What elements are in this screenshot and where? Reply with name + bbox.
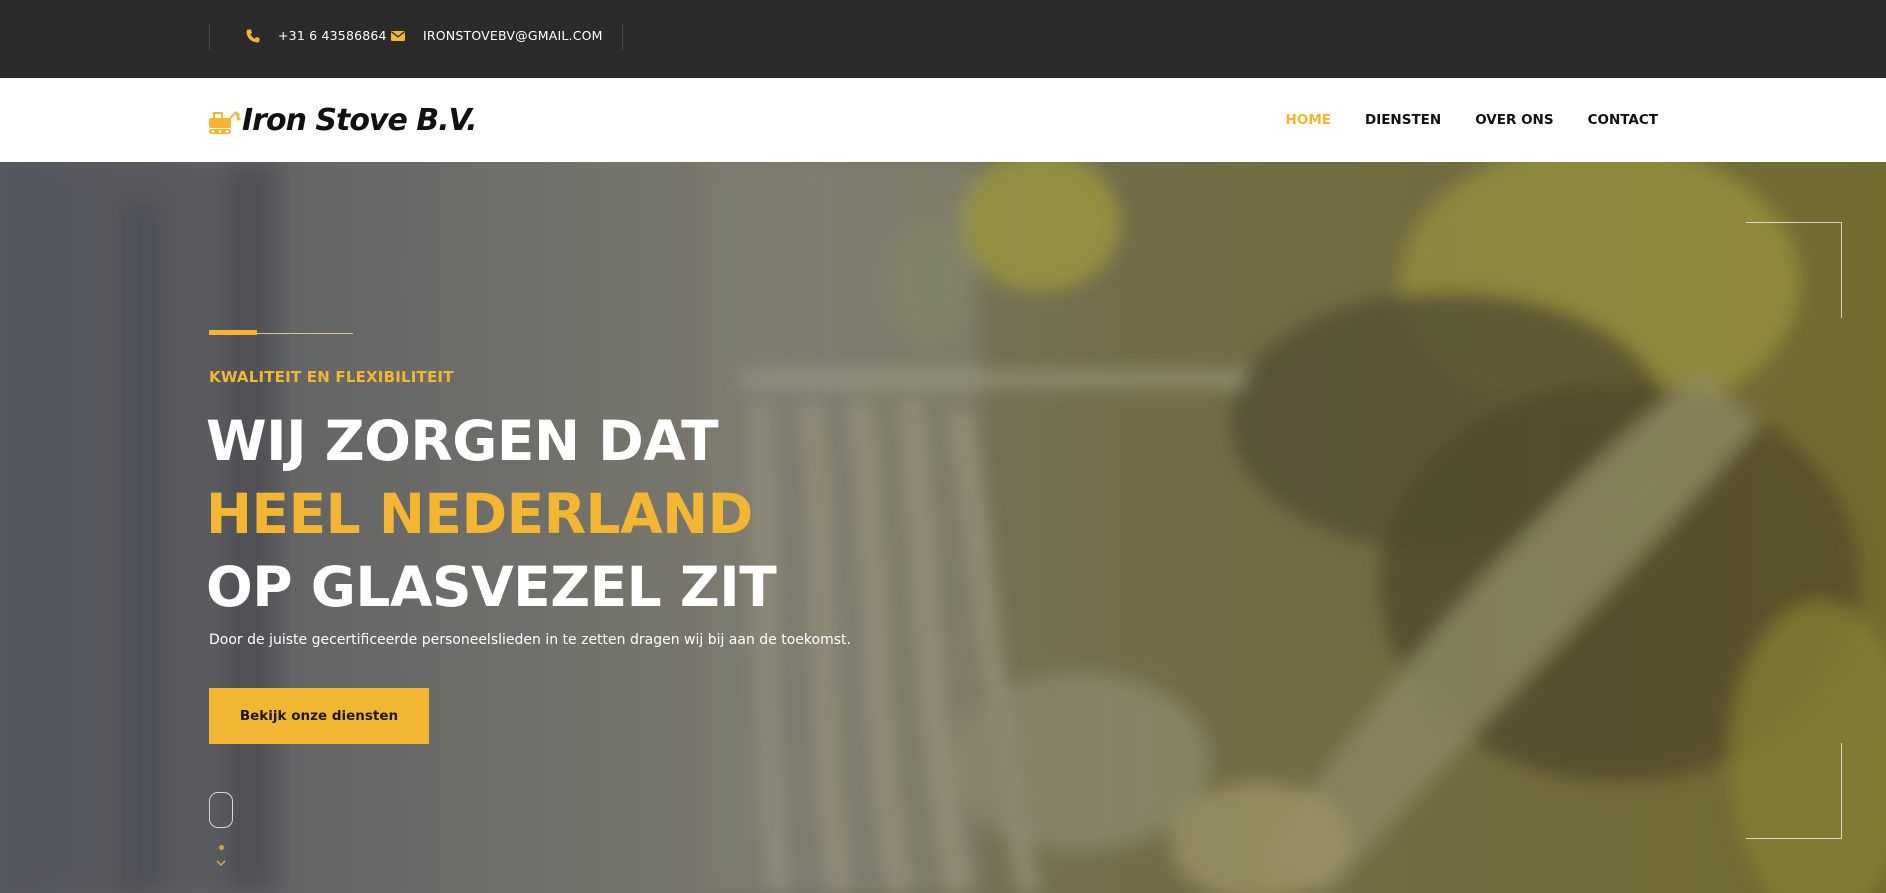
hero-tagline: KWALITEIT EN FLEXIBILITEIT [209, 368, 454, 386]
excavator-icon [209, 111, 241, 134]
tagline-accent-line [257, 333, 353, 334]
logo-text: Iron Stove B.V. [242, 102, 477, 138]
hero-subtitle: Door de juiste gecertificeerde personeel… [209, 632, 851, 648]
chevron-down-icon[interactable] [214, 858, 228, 868]
topbar-divider-right [622, 24, 623, 50]
top-bar: +31 6 43586864 IRONSTOVEBV@GMAIL.COM [0, 0, 1886, 78]
logo[interactable]: Iron Stove B.V. [208, 96, 477, 144]
hero-heading-line-2: HEEL NEDERLAND [206, 482, 753, 546]
nav-item-home[interactable]: HOME [1286, 112, 1331, 128]
hero-heading-line-1: WIJ ZORGEN DAT [206, 409, 719, 473]
nav-item-contact[interactable]: CONTACT [1588, 112, 1658, 128]
envelope-icon [391, 31, 405, 41]
decorative-corner-bottom-right [1746, 743, 1842, 839]
topbar-email[interactable]: IRONSTOVEBV@GMAIL.COM [423, 28, 603, 44]
topbar-phone[interactable]: +31 6 43586864 [278, 28, 387, 44]
scroll-dot [219, 845, 224, 850]
view-services-button[interactable]: Bekijk onze diensten [209, 688, 429, 744]
nav-item-over-ons[interactable]: OVER ONS [1475, 112, 1553, 128]
main-header: Iron Stove B.V. HOME DIENSTEN OVER ONS C… [0, 78, 1886, 162]
nav-item-diensten[interactable]: DIENSTEN [1365, 112, 1441, 128]
hero-heading-line-3: OP GLASVEZEL ZIT [206, 555, 777, 619]
main-nav: HOME DIENSTEN OVER ONS CONTACT [1286, 78, 1658, 162]
mouse-scroll-icon[interactable] [209, 792, 233, 828]
phone-icon [246, 29, 260, 43]
decorative-corner-top-right [1746, 222, 1842, 318]
topbar-divider-left [209, 24, 210, 50]
tagline-accent-bar [209, 330, 257, 335]
